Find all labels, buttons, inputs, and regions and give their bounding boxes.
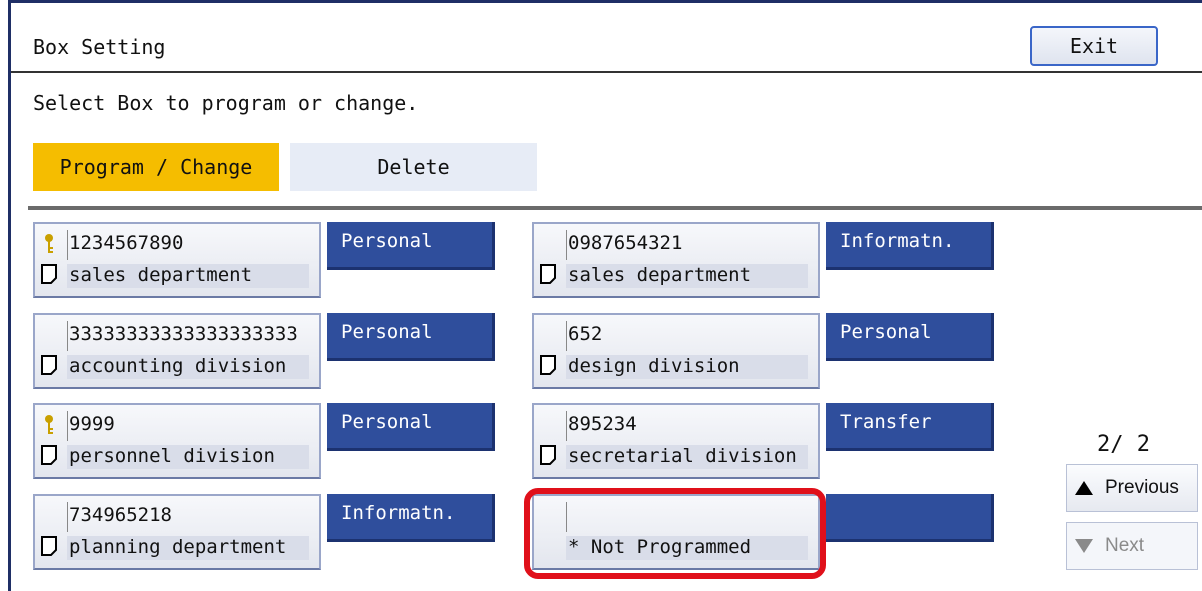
box-number: 652 xyxy=(568,323,603,345)
box-name: sales department xyxy=(69,264,253,286)
box-button-6[interactable]: 895234 secretarial division xyxy=(532,403,820,479)
key-icon xyxy=(45,415,53,434)
box-type-tag[interactable]: Personal xyxy=(327,222,495,270)
box-type-tag[interactable]: Personal xyxy=(826,313,994,361)
next-label: Next xyxy=(1105,535,1145,556)
document-icon xyxy=(41,355,57,375)
document-icon xyxy=(41,264,57,284)
key-icon xyxy=(45,234,53,253)
box-type-tag[interactable]: Transfer xyxy=(826,403,994,451)
delete-button[interactable]: Delete xyxy=(290,143,537,191)
box-name: design division xyxy=(568,355,740,377)
previous-button[interactable]: Previous xyxy=(1066,464,1198,512)
box-button-4[interactable]: 652 design division xyxy=(532,313,820,389)
box-number: 734965218 xyxy=(69,504,172,526)
document-icon xyxy=(540,445,556,465)
exit-button[interactable]: Exit xyxy=(1030,26,1158,66)
box-button-2[interactable]: 0987654321 sales department xyxy=(532,222,820,298)
box-button-5[interactable]: 9999 personnel division xyxy=(33,403,321,479)
box-button-7[interactable]: 734965218 planning department xyxy=(33,494,321,570)
box-type-tag[interactable]: Personal xyxy=(327,313,495,361)
program-change-button[interactable]: Program / Change xyxy=(33,143,279,191)
instruction-text: Select Box to program or change. xyxy=(33,91,419,115)
box-number: 9999 xyxy=(69,413,115,435)
next-button[interactable]: Next xyxy=(1066,522,1198,570)
document-icon xyxy=(540,355,556,375)
box-button-3[interactable]: 33333333333333333333 accounting division xyxy=(33,313,321,389)
box-number: 1234567890 xyxy=(69,232,184,254)
box-name: sales department xyxy=(568,264,752,286)
arrow-up-icon xyxy=(1075,481,1093,495)
divider xyxy=(28,206,1202,210)
document-icon xyxy=(41,536,57,556)
box-number: 0987654321 xyxy=(568,232,683,254)
previous-label: Previous xyxy=(1105,477,1179,498)
box-name: * Not Programmed xyxy=(568,536,752,558)
box-type-tag[interactable]: Informatn. xyxy=(826,222,994,270)
page-title: Box Setting xyxy=(33,35,166,59)
box-type-tag[interactable] xyxy=(826,494,994,542)
box-button-1[interactable]: 1234567890 sales department xyxy=(33,222,321,298)
box-number: 33333333333333333333 xyxy=(69,323,298,345)
box-name: personnel division xyxy=(69,445,275,467)
document-icon xyxy=(41,445,57,465)
page-indicator: 2∕ 2 xyxy=(1097,432,1150,457)
box-name: secretarial division xyxy=(568,445,797,467)
title-bar: Box Setting Exit xyxy=(11,25,1202,73)
box-type-tag[interactable]: Informatn. xyxy=(327,494,495,542)
box-number: 895234 xyxy=(568,413,637,435)
box-name: planning department xyxy=(69,536,287,558)
arrow-down-icon xyxy=(1075,539,1093,553)
document-icon xyxy=(540,264,556,284)
box-name: accounting division xyxy=(69,355,287,377)
box-type-tag[interactable]: Personal xyxy=(327,403,495,451)
box-button-8[interactable]: * Not Programmed xyxy=(532,494,820,570)
